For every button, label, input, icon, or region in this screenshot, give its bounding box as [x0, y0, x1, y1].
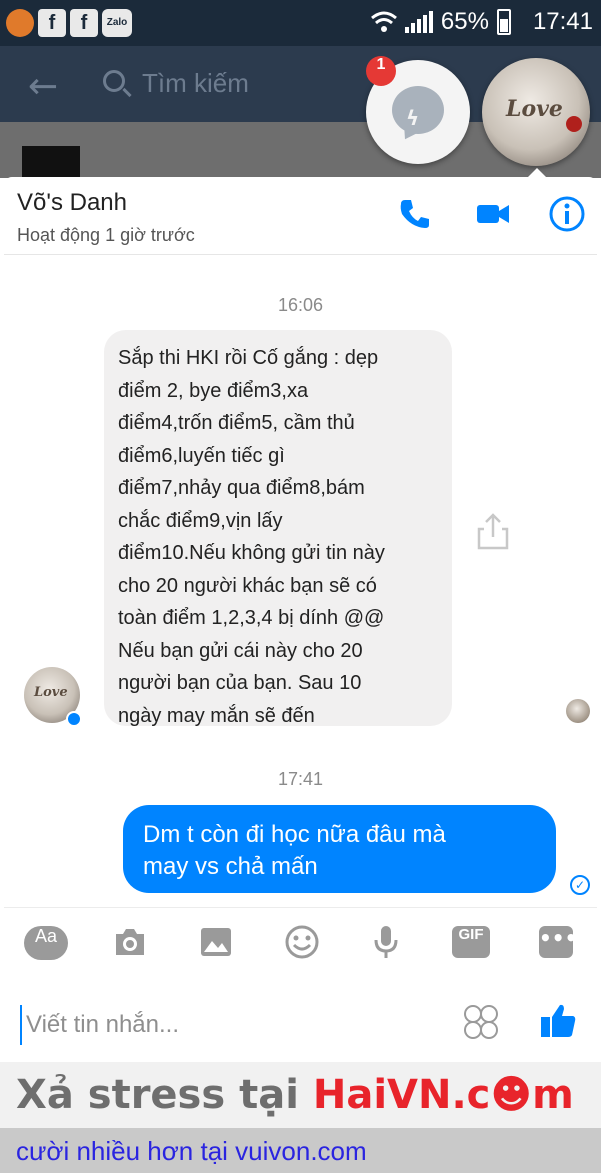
notification-icons: f f Zalo	[6, 9, 132, 37]
footer-banner: cười nhiều hơn tại vuivon.com	[0, 1128, 601, 1173]
search-placeholder: Tìm kiếm	[142, 68, 249, 98]
outgoing-message-bubble[interactable]: Dm t còn đi học nữa đâu mà may vs chả mấ…	[123, 805, 556, 893]
zalo-icon: Zalo	[102, 9, 132, 37]
microphone-icon[interactable]	[366, 922, 406, 962]
conversation-panel: Võ's Danh Hoạt động 1 giờ trước 16:06 Sắ…	[4, 177, 597, 1062]
sticker-icon[interactable]	[282, 922, 322, 962]
camera-icon[interactable]	[110, 922, 150, 962]
message-input[interactable]	[20, 1005, 420, 1045]
seen-indicator-avatar	[566, 699, 590, 723]
watermark-prefix: Xả stress tại	[16, 1072, 313, 1118]
message-timestamp: 17:41	[277, 769, 324, 789]
outgoing-message-text: Dm t còn đi học nữa đâu mà may vs chả mấ…	[143, 821, 446, 880]
status-indicators: 65% 17:41	[370, 8, 593, 36]
back-arrow-icon[interactable]: ←	[28, 66, 58, 107]
chat-head-pointer	[528, 168, 546, 177]
facebook-icon: f	[38, 9, 66, 37]
contact-chat-head[interactable]: Love	[482, 58, 590, 166]
watermark-banner: Xả stress tại HaiVN.c☻m	[0, 1062, 601, 1128]
clock: 17:41	[532, 8, 593, 35]
delivered-check-icon: ✓	[570, 875, 590, 895]
thumbs-up-icon[interactable]	[538, 1001, 578, 1041]
message-composer	[4, 977, 597, 1062]
gallery-icon[interactable]	[196, 922, 236, 962]
facebook-icon: f	[70, 9, 98, 37]
lightning-icon: ϟ	[406, 106, 420, 130]
text-style-button[interactable]: Aa	[24, 926, 68, 960]
avatar-love-text: Love	[34, 685, 68, 700]
emoji-icon[interactable]	[462, 1003, 500, 1041]
share-icon[interactable]	[476, 511, 510, 551]
background-list-avatar	[22, 146, 80, 180]
messenger-badge-icon	[66, 711, 82, 727]
incoming-message-bubble[interactable]: Sắp thi HKI rồi Cố gắng : dẹp điểm 2, by…	[104, 330, 452, 727]
battery-percent: 65%	[440, 8, 489, 35]
contact-active-status: Hoạt động 1 giờ trước	[17, 225, 195, 245]
video-camera-icon[interactable]	[474, 195, 512, 233]
status-bar: f f Zalo 65% 17:41	[0, 0, 601, 46]
composer-toolbar: Aa GIF •••	[4, 907, 597, 977]
info-icon[interactable]	[548, 195, 586, 233]
phone-icon[interactable]	[396, 195, 434, 233]
wifi-icon	[370, 11, 397, 32]
more-options-button[interactable]: •••	[539, 926, 577, 958]
footer-link-text[interactable]: cười nhiều hơn tại vuivon.com	[16, 1136, 367, 1167]
unread-badge: 1	[366, 56, 396, 86]
rose-decoration	[566, 116, 582, 132]
search-icon	[103, 70, 125, 92]
watermark-text: Xả stress tại HaiVN.c☻m	[16, 1072, 574, 1118]
signal-icon	[404, 11, 433, 33]
conversation-header: Võ's Danh Hoạt động 1 giờ trước	[4, 177, 597, 255]
message-timestamp: 16:06	[277, 295, 324, 315]
watermark-brand: HaiVN.c☻m	[312, 1072, 574, 1118]
gif-button[interactable]: GIF	[452, 926, 490, 958]
incoming-message-text: Sắp thi HKI rồi Cố gắng : dẹp điểm 2, by…	[118, 347, 385, 727]
battery-icon	[496, 9, 511, 35]
avatar-love-text: Love	[506, 96, 563, 122]
contact-name[interactable]: Võ's Danh	[17, 189, 127, 217]
uc-browser-icon	[6, 9, 34, 37]
